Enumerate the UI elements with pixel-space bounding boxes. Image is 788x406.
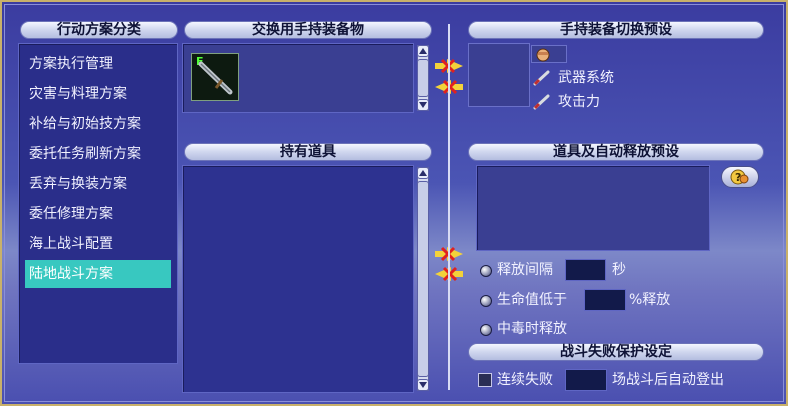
- hp-below-radio[interactable]: [480, 295, 492, 307]
- held-items-scroll-thumb[interactable]: [417, 181, 429, 377]
- category-item-land-battle[interactable]: 陆地战斗方案: [25, 260, 171, 288]
- exchange-scroll-down-button[interactable]: [417, 99, 429, 111]
- exchange-equip-header: 交换用手持装备物: [184, 21, 432, 39]
- preset-equip-slot[interactable]: [468, 43, 530, 107]
- consecutive-loss-input[interactable]: [565, 369, 607, 391]
- help-icon: ?: [730, 169, 749, 185]
- release-interval-unit: 秒: [612, 262, 626, 278]
- consecutive-loss-label: 连续失败: [497, 372, 553, 388]
- auto-release-header: 道具及自动释放预设: [468, 143, 764, 161]
- release-interval-radio[interactable]: [480, 265, 492, 277]
- category-list: 方案执行管理 灾害与料理方案 补给与初始技方案 委托任务刷新方案 丢弃与换装方案…: [18, 43, 178, 364]
- held-items-header: 持有道具: [184, 143, 432, 161]
- category-item-supply-initial-skill[interactable]: 补给与初始技方案: [25, 110, 171, 138]
- sword-small-icon: [533, 94, 550, 110]
- weapon-slot[interactable]: E: [191, 53, 239, 101]
- consecutive-loss-checkbox[interactable]: [478, 373, 492, 387]
- preset-row-fist[interactable]: [531, 45, 567, 63]
- vertical-divider: [448, 24, 450, 390]
- poison-label: 中毒时释放: [497, 321, 567, 337]
- exchange-scroll-thumb[interactable]: [417, 59, 429, 97]
- category-header: 行动方案分类: [20, 21, 178, 39]
- hp-below-suffix: %释放: [629, 292, 671, 308]
- sword-small-icon: [533, 70, 550, 86]
- auto-release-slot-area[interactable]: [476, 165, 710, 251]
- category-item-disaster-cooking[interactable]: 灾害与料理方案: [25, 80, 171, 108]
- held-items-list[interactable]: [182, 165, 414, 393]
- fist-icon: [536, 48, 550, 62]
- preset-attack-label: 攻击力: [558, 94, 600, 110]
- held-items-scroll-up-button[interactable]: [417, 167, 429, 179]
- consecutive-loss-suffix: 场战斗后自动登出: [612, 372, 724, 388]
- category-item-repair[interactable]: 委任修理方案: [25, 200, 171, 228]
- category-item-discard-equip[interactable]: 丢弃与换装方案: [25, 170, 171, 198]
- hp-below-input[interactable]: [584, 289, 626, 311]
- equip-preset-header: 手持装备切换预设: [468, 21, 764, 39]
- sword-icon: [198, 61, 233, 95]
- category-item-sea-battle[interactable]: 海上战斗配置: [25, 230, 171, 258]
- poison-radio[interactable]: [480, 324, 492, 336]
- release-interval-input[interactable]: [565, 259, 606, 281]
- exchange-equip-grid[interactable]: E: [182, 43, 414, 113]
- exchange-scroll-up-button[interactable]: [417, 45, 429, 57]
- category-item-commission-refresh[interactable]: 委托任务刷新方案: [25, 140, 171, 168]
- preset-weapon-system-label: 武器系统: [558, 70, 614, 86]
- held-items-scroll-down-button[interactable]: [417, 379, 429, 391]
- defeat-protection-header: 战斗失败保护设定: [468, 343, 764, 361]
- release-interval-label: 释放间隔: [497, 262, 553, 278]
- help-button[interactable]: ?: [721, 166, 759, 188]
- combat-plan-window: 行动方案分类 方案执行管理 灾害与料理方案 补给与初始技方案 委托任务刷新方案 …: [0, 0, 788, 406]
- category-item-plan-management[interactable]: 方案执行管理: [25, 50, 171, 78]
- hp-below-label: 生命值低于: [497, 292, 567, 308]
